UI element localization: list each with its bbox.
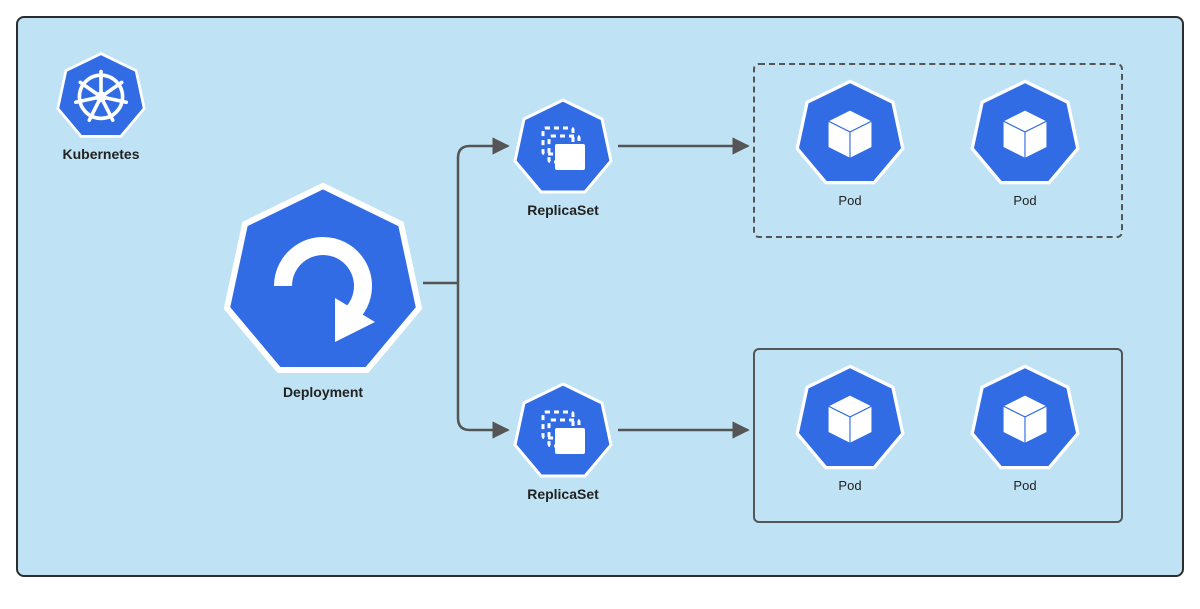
deployment-label: Deployment [223, 384, 423, 400]
kubernetes-label: Kubernetes [56, 146, 146, 162]
pod-icon [970, 362, 1080, 472]
pod-icon [795, 362, 905, 472]
kubernetes-logo-node: Kubernetes [56, 50, 146, 162]
pod-icon [795, 77, 905, 187]
pod-top-2-label: Pod [970, 193, 1080, 208]
pod-top-2-node: Pod [970, 77, 1080, 208]
pod-bottom-2-node: Pod [970, 362, 1080, 493]
replicaset-bottom-node: ReplicaSet [513, 380, 613, 502]
replicaset-icon [513, 96, 613, 196]
pod-bottom-1-label: Pod [795, 478, 905, 493]
replicaset-top-node: ReplicaSet [513, 96, 613, 218]
deployment-icon [223, 178, 423, 378]
pod-top-1-label: Pod [795, 193, 905, 208]
deployment-node: Deployment [223, 178, 423, 400]
replicaset-bottom-label: ReplicaSet [513, 486, 613, 502]
pod-bottom-1-node: Pod [795, 362, 905, 493]
replicaset-icon [513, 380, 613, 480]
pod-bottom-2-label: Pod [970, 478, 1080, 493]
replicaset-top-label: ReplicaSet [513, 202, 613, 218]
pod-group-top: Pod Pod [753, 63, 1123, 238]
pod-icon [970, 77, 1080, 187]
kubernetes-logo-icon [56, 50, 146, 140]
diagram-canvas: Kubernetes Deployment ReplicaSet [16, 16, 1184, 577]
pod-top-1-node: Pod [795, 77, 905, 208]
pod-group-bottom: Pod Pod [753, 348, 1123, 523]
